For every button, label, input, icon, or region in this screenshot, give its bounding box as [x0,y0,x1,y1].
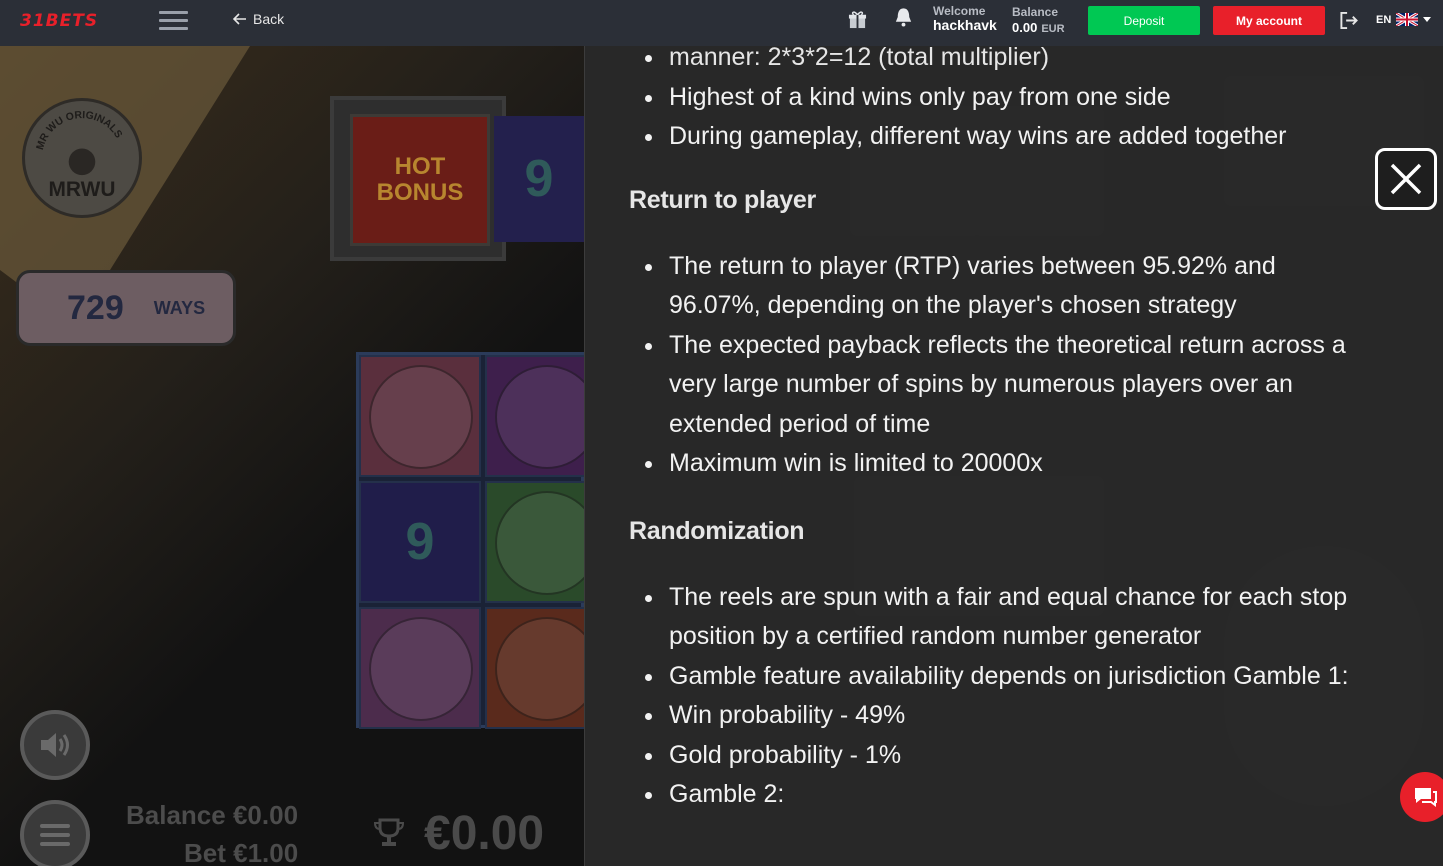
live-chat-button[interactable] [1400,772,1443,822]
rtp-list: The return to player (RTP) varies betwee… [629,247,1349,484]
sound-icon [41,733,69,757]
rules-list-top: manner: 2*3*2=12 (total multiplier) High… [629,46,1349,157]
symbol-nine-top: 9 [494,116,584,242]
uk-flag-icon [1396,13,1419,26]
ways-label: WAYS [153,297,206,318]
ways-counter: 729 WAYS [16,270,236,346]
mrwu-ring-text: MR WU ORIGINALS [35,110,124,151]
welcome-block: Welcome hackhavk [933,4,997,34]
game-bet-label: Bet [184,838,226,866]
top-navigation-bar: 31BETS Back Welcome hackhavk Balance 0.0… [0,0,1443,46]
mrwu-logo: MR WU ORIGINALS MRWU [22,98,142,218]
hot-bonus-frame: HOT BONUS [330,96,506,261]
character-portrait [495,365,584,469]
reel-cell-character [359,607,481,729]
game-menu-button[interactable] [20,800,90,866]
character-portrait [369,365,473,469]
site-logo[interactable]: 31BETS [20,11,98,31]
game-balance-value: €0.00 [232,800,299,830]
username: hackhavk [933,17,997,34]
my-account-button[interactable]: My account [1213,6,1325,35]
rule-item: The expected payback reflects the theore… [629,326,1349,445]
logo-text: 31BETS [20,11,99,31]
chevron-down-icon [1423,17,1432,22]
close-icon [1390,163,1422,195]
language-selector[interactable]: EN [1376,13,1432,26]
game-bet: Bet €1.00 [184,838,298,866]
reel-cell-character [359,355,481,477]
reel-cell-character [485,607,584,729]
balance-value: 0.00 [1012,20,1038,36]
hot-bonus-symbol: HOT BONUS [350,114,490,246]
rule-item: The return to player (RTP) varies betwee… [629,247,1349,326]
reel-cell-nine: 9 [359,481,481,603]
sound-button[interactable] [20,710,90,780]
back-button[interactable]: Back [233,11,284,27]
character-portrait [369,617,473,721]
bell-icon[interactable] [893,6,914,28]
mrwu-brand-text: MRWU [49,178,116,201]
hamburger-menu-icon[interactable] [159,11,188,30]
rule-item: Gamble feature availability depends on j… [629,657,1349,697]
ways-count: 729 [67,288,124,327]
reel-grid: 9 [356,352,584,729]
character-portrait [495,491,584,595]
reel-cell-character [485,481,584,603]
deposit-button[interactable]: Deposit [1088,6,1200,35]
rule-item: Highest of a kind wins only pay from one… [629,78,1349,118]
rule-item: Gamble 2: [629,775,1349,815]
language-code: EN [1376,13,1392,26]
game-rules-panel[interactable]: manner: 2*3*2=12 (total multiplier) High… [584,46,1443,866]
gift-icon[interactable] [848,10,867,29]
randomization-list: The reels are spun with a fair and equal… [629,578,1349,815]
balance-block: Balance 0.00 EUR [1012,5,1065,37]
rule-item: Maximum win is limited to 20000x [629,444,1349,484]
rules-content: manner: 2*3*2=12 (total multiplier) High… [629,46,1349,815]
randomization-heading: Randomization [629,516,805,545]
back-label: Back [253,11,285,27]
reel-cell-character [485,355,584,477]
menu-icon [40,824,70,846]
character-portrait [495,617,584,721]
trophy-icon [373,818,405,846]
arrow-left-icon [233,13,246,25]
rtp-heading: Return to player [629,185,816,214]
close-rules-button[interactable] [1375,148,1437,210]
win-amount: €0.00 [424,807,545,860]
game-area: MR WU ORIGINALS MRWU 729 WAYS HOT BONUS … [0,46,584,866]
logout-icon[interactable] [1339,11,1359,30]
rule-item: During gameplay, different way wins are … [629,117,1349,157]
rule-item: manner: 2*3*2=12 (total multiplier) [629,46,1349,78]
rule-item: Win probability - 49% [629,696,1349,736]
balance-currency: EUR [1041,23,1065,36]
game-balance-label: Balance [126,800,226,830]
game-bet-value: €1.00 [233,838,299,866]
game-balance: Balance €0.00 [126,800,298,831]
rule-item: The reels are spun with a fair and equal… [629,578,1349,657]
mrwu-badge-graphic: MR WU ORIGINALS MRWU [35,110,124,201]
rule-item: Gold probability - 1% [629,736,1349,776]
balance-label: Balance [1012,5,1059,19]
chat-icon [1415,788,1437,807]
